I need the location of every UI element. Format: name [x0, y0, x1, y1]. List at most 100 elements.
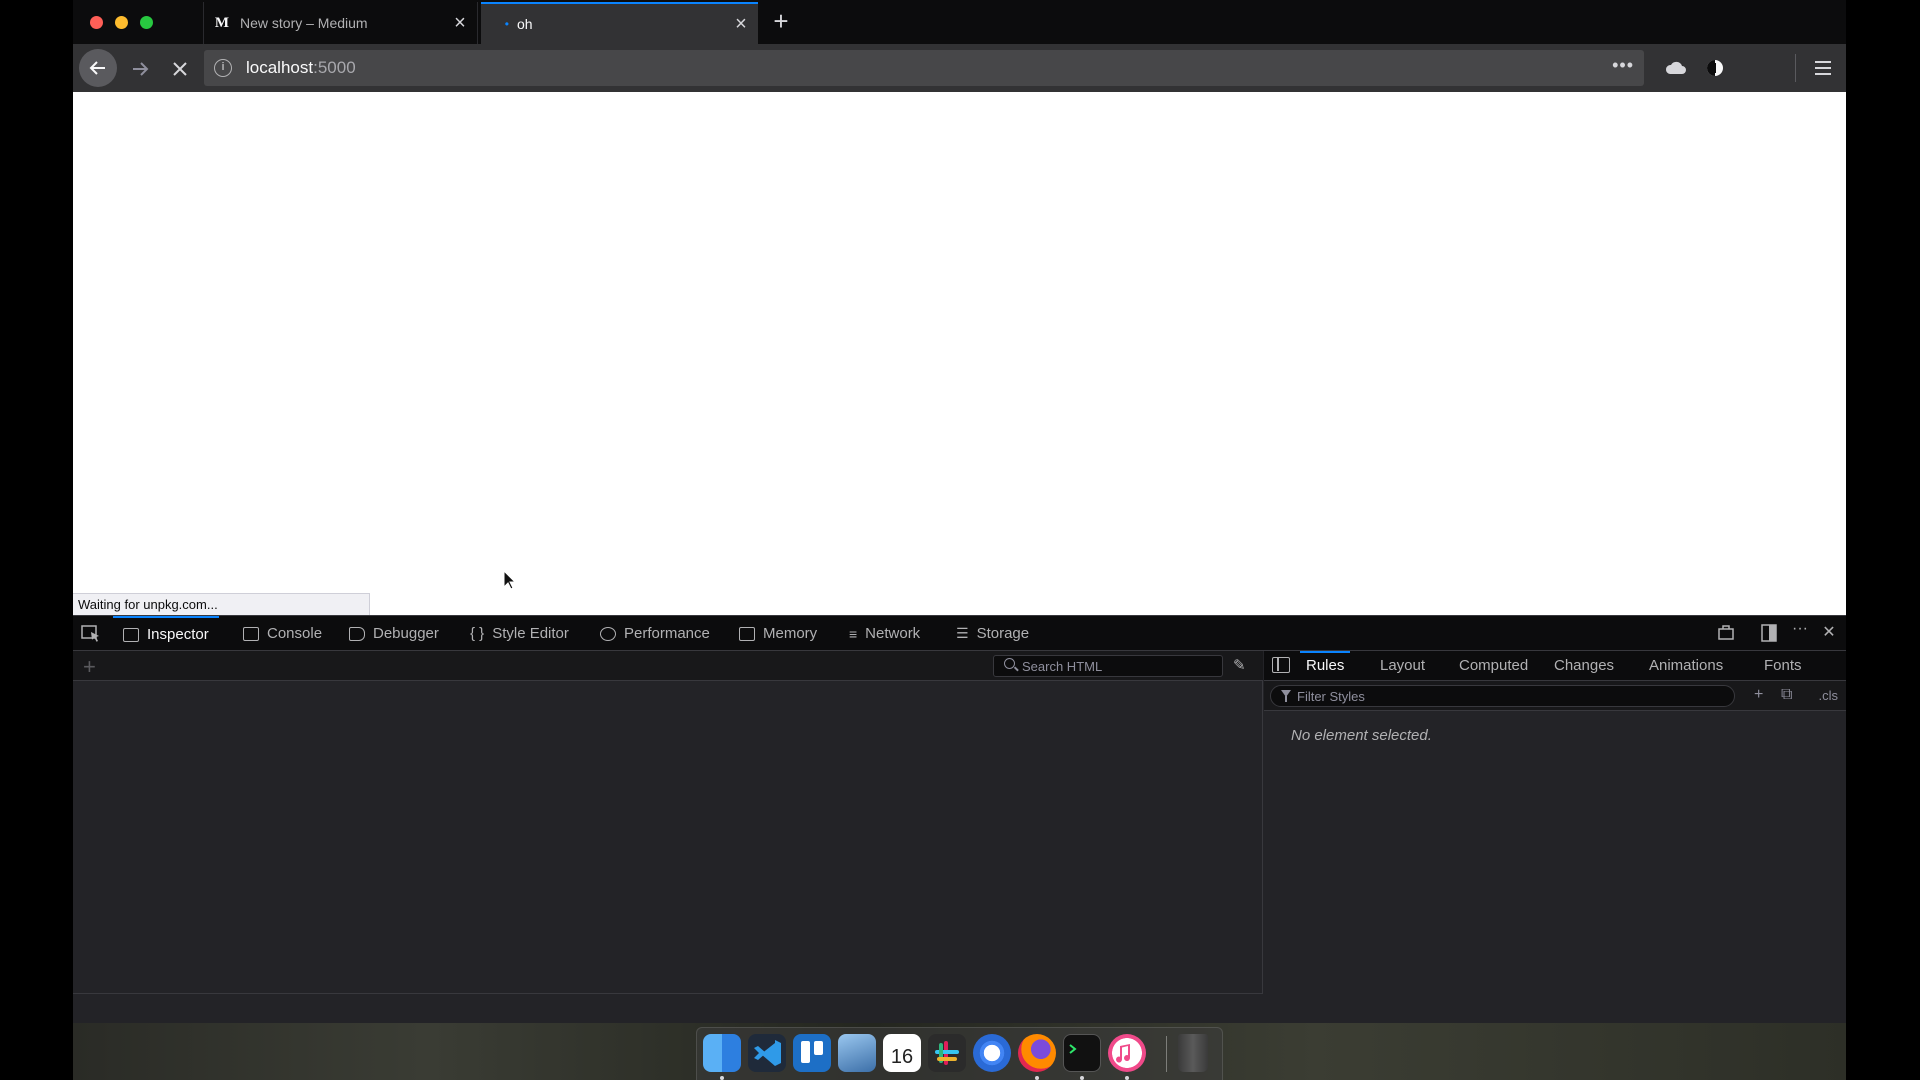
stop-button[interactable] [163, 52, 197, 86]
add-node-icon[interactable]: + [83, 654, 96, 680]
tab-label: Performance [624, 625, 710, 642]
toggle-pseudo-class-icon[interactable]: ⧉ [1781, 686, 1792, 704]
sidebar-tab-fonts[interactable]: Fonts [1758, 651, 1808, 680]
window-zoom-button[interactable] [140, 16, 153, 29]
vscode-icon[interactable] [748, 1034, 786, 1072]
devtools-tab-performance[interactable]: Performance [600, 616, 710, 651]
cls-button[interactable]: .cls [1819, 688, 1839, 703]
loading-dot-icon: • [504, 17, 509, 31]
sidebar-tab-changes[interactable]: Changes [1548, 651, 1620, 680]
dock-icon [1761, 624, 1777, 642]
vscode-logo-icon [754, 1040, 781, 1066]
cloud-sync-icon[interactable] [1664, 56, 1688, 80]
devtools-tab-inspector[interactable]: Inspector [113, 616, 219, 651]
window-minimize-button[interactable] [115, 16, 128, 29]
filter-placeholder: Filter Styles [1297, 689, 1365, 704]
calendar-day: 16 [890, 1046, 914, 1068]
devtools-close-icon[interactable]: ✕ [1818, 622, 1840, 642]
picker-icon [81, 625, 99, 642]
hamburger-menu-button[interactable] [1811, 56, 1835, 80]
url-text[interactable]: localhost:5000 [246, 58, 356, 78]
inspector-icon [123, 627, 139, 642]
tab-close-icon[interactable]: × [443, 12, 477, 35]
tab-label: Storage [976, 625, 1030, 642]
tab-active[interactable]: • oh × [481, 2, 758, 44]
sidebar-tab-animations[interactable]: Animations [1643, 651, 1729, 680]
sidebar-tab-rules[interactable]: Rules [1300, 651, 1351, 680]
tab-label: Debugger [373, 625, 439, 642]
network-icon: ≡ [849, 625, 858, 642]
running-indicator [1035, 1076, 1039, 1080]
filter-styles-input[interactable]: Filter Styles [1270, 685, 1735, 707]
split-icon [1718, 625, 1734, 640]
devtools-tab-debugger[interactable]: Debugger [349, 616, 439, 651]
eyedropper-icon[interactable]: ✎ [1233, 656, 1246, 674]
privacy-extension-icon[interactable] [1703, 56, 1727, 80]
sidebar-tab-layout[interactable]: Layout [1374, 651, 1431, 680]
trello-icon[interactable] [793, 1034, 831, 1072]
markup-toolbar: + Search HTML ✎ [73, 651, 1263, 681]
terminal-icon[interactable] [1063, 1034, 1101, 1072]
page-actions-menu-icon[interactable]: ••• [1612, 55, 1634, 76]
sidebar-tab-computed[interactable]: Computed [1453, 651, 1534, 680]
page-content[interactable]: Waiting for unpkg.com... [73, 92, 1846, 615]
itunes-icon[interactable] [1108, 1034, 1146, 1072]
macos-dock: 16 [696, 1027, 1223, 1080]
markup-view[interactable]: + Search HTML ✎ [73, 651, 1263, 1023]
devtools-more-icon[interactable]: ··· [1789, 620, 1811, 638]
toolbar-separator [1795, 54, 1796, 82]
medium-favicon-icon: M [214, 14, 230, 31]
chrome-icon[interactable] [973, 1034, 1011, 1072]
tab-close-icon[interactable]: × [724, 13, 758, 36]
sidebar-tabs: Rules Layout Computed Changes Animations… [1264, 651, 1846, 681]
url-bar[interactable]: i localhost:5000 ••• [204, 50, 1644, 86]
devtools-tab-style-editor[interactable]: { } Style Editor [470, 616, 569, 651]
screen: M New story – Medium × • oh × + i localh… [0, 0, 1920, 1080]
arrow-right-icon [133, 62, 149, 76]
navigation-bar: i localhost:5000 ••• [73, 44, 1846, 92]
forward-button[interactable] [123, 52, 157, 86]
xcode-icon[interactable] [838, 1034, 876, 1072]
devtools-tab-console[interactable]: Console [243, 616, 322, 651]
slack-icon[interactable] [928, 1034, 966, 1072]
site-info-icon[interactable]: i [214, 59, 232, 77]
calendar-icon[interactable]: 16 [883, 1034, 921, 1072]
toggle-pane-icon[interactable] [1272, 657, 1290, 673]
mouse-cursor-icon [503, 570, 517, 590]
search-html-input[interactable]: Search HTML [993, 655, 1223, 677]
devtools-tab-network[interactable]: ≡ Network [849, 616, 920, 651]
tab-label: Console [267, 625, 323, 642]
running-indicator [1080, 1076, 1084, 1080]
slack-logo-icon [935, 1041, 959, 1065]
filter-row: Filter Styles + ⧉ .cls [1264, 681, 1846, 711]
finder-icon[interactable] [703, 1034, 741, 1072]
cloud-icon [1665, 61, 1686, 74]
tab-title: oh [517, 16, 533, 32]
rules-sidebar: Rules Layout Computed Changes Animations… [1264, 651, 1846, 1023]
tab-label: Style Editor [492, 625, 569, 642]
status-panel: Waiting for unpkg.com... [73, 593, 370, 615]
tab-title: New story – Medium [240, 15, 368, 31]
back-button[interactable] [79, 49, 117, 87]
split-console-icon[interactable] [1715, 624, 1737, 645]
terminal-prompt-icon [1069, 1044, 1077, 1054]
firefox-icon[interactable] [1018, 1034, 1056, 1072]
running-indicator [1125, 1076, 1129, 1080]
new-tab-button[interactable]: + [765, 6, 797, 38]
tab-label: Network [865, 625, 921, 642]
trash-icon[interactable] [1178, 1034, 1208, 1072]
window-close-button[interactable] [90, 16, 103, 29]
devtools-tab-memory[interactable]: Memory [739, 616, 817, 651]
console-icon [243, 626, 259, 641]
devtools-panel: Inspector Console Debugger { } Style Edi… [73, 615, 1846, 1023]
stop-x-icon [173, 62, 187, 76]
add-rule-icon[interactable]: + [1754, 686, 1763, 704]
tab-medium[interactable]: M New story – Medium × [203, 2, 478, 44]
dock-side-icon[interactable] [1758, 624, 1780, 647]
tab-strip: M New story – Medium × • oh × + [73, 0, 1846, 44]
menu-icon [1815, 61, 1831, 75]
breadcrumb-bar [73, 993, 1263, 1023]
devtools-tab-storage[interactable]: ☰ Storage [956, 616, 1029, 651]
element-picker-icon[interactable] [81, 625, 101, 643]
tab-label: Inspector [147, 626, 209, 643]
